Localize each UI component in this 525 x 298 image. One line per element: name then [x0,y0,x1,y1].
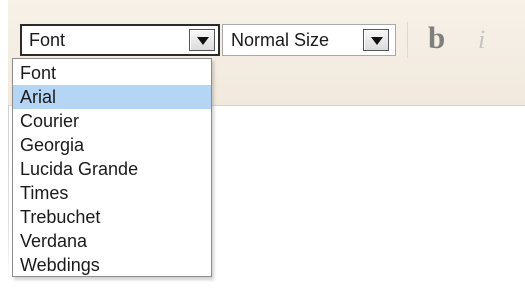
chevron-down-icon [197,37,209,45]
font-option-lucida-grande[interactable]: Lucida Grande [13,157,211,181]
italic-button[interactable]: i [478,27,485,53]
font-family-select[interactable]: Font [20,24,220,56]
font-option-font[interactable]: Font [13,61,211,85]
font-select-arrow-button[interactable] [189,29,215,51]
font-select-value: Font [29,30,66,50]
font-size-select[interactable]: Normal Size [222,24,396,56]
font-option-webdings[interactable]: Webdings [13,253,211,277]
toolbar-divider [407,22,408,58]
size-select-arrow-button[interactable] [363,29,389,51]
font-option-georgia[interactable]: Georgia [13,133,211,157]
font-option-trebuchet[interactable]: Trebuchet [13,205,211,229]
font-option-times[interactable]: Times [13,181,211,205]
font-option-verdana[interactable]: Verdana [13,229,211,253]
font-option-courier[interactable]: Courier [13,109,211,133]
font-dropdown-list: Font Arial Courier Georgia Lucida Grande… [12,58,212,277]
chevron-down-icon [371,37,383,45]
bold-button[interactable]: b [428,22,445,53]
font-option-arial[interactable]: Arial [13,85,211,109]
size-select-value: Normal Size [231,30,330,50]
